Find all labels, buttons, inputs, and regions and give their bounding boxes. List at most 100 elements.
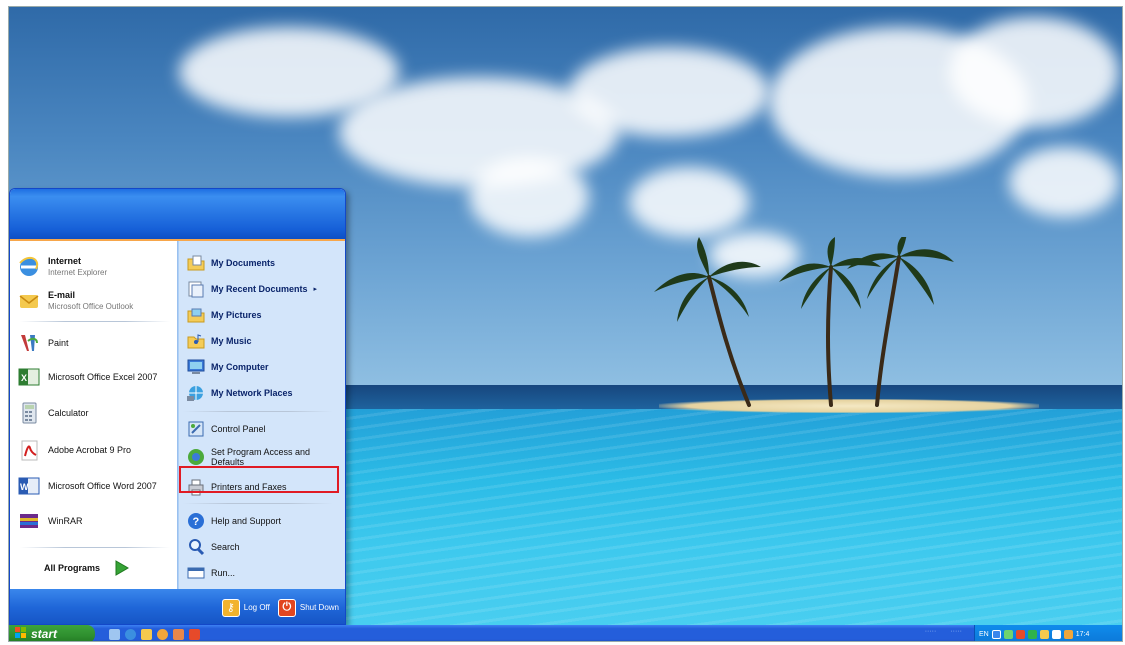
svg-text:X: X [21,373,27,383]
place-my-documents[interactable]: My Documents [185,251,337,275]
tray-icon[interactable] [1063,629,1073,639]
taskbar-toolbars: ····· ····· [925,628,962,635]
cloud [1009,147,1119,217]
shut-down-button[interactable]: ⏻ Shut Down [277,598,339,617]
place-label: My Pictures [211,310,262,320]
place-label: My Documents [211,258,276,268]
separator [20,321,170,322]
shut-down-label: Shut Down [299,603,339,612]
log-off-button[interactable]: ⚷ Log Off [221,598,270,617]
program-subtitle: Internet Explorer [48,268,108,277]
program-email[interactable]: E-mail Microsoft Office Outlook [16,285,174,317]
place-label: Run... [211,568,236,578]
winrar-icon [16,508,42,534]
separator [183,411,333,412]
program-subtitle: Microsoft Office Outlook [48,302,134,311]
outlook-icon [16,288,42,314]
start-menu-user-header [10,189,345,241]
place-label: Set Program Access and Defaults [211,447,311,467]
key-icon: ⚷ [221,598,240,617]
media-player-icon[interactable] [157,628,168,640]
control-panel-highlight [179,466,339,493]
program-excel[interactable]: X Microsoft Office Excel 2007 [16,361,174,393]
program-title: Paint [48,337,69,348]
network-places-icon [185,382,207,404]
internet-explorer-icon [16,254,42,280]
arrow-right-icon [115,560,130,576]
cloud [629,167,749,237]
program-title: Adobe Acrobat 9 Pro [48,444,132,455]
program-calculator[interactable]: Calculator [16,397,174,429]
network-tray-icon[interactable] [991,629,1001,639]
place-search[interactable]: Search [185,535,337,559]
internet-explorer-icon[interactable] [125,628,136,640]
place-label: Control Panel [211,424,266,434]
program-title: Calculator [48,407,89,418]
outlook-icon[interactable] [141,628,152,640]
log-off-label: Log Off [243,603,270,612]
clock[interactable]: 17:4 [1076,631,1090,638]
place-label: My Music [211,336,252,346]
place-my-computer[interactable]: My Computer [185,355,337,379]
calculator-icon [16,400,42,426]
power-icon: ⏻ [277,598,296,617]
place-label: Search [211,542,240,552]
start-menu-places: My Documents My Recent Documents ▸ My Pi… [178,241,345,589]
program-title: Microsoft Office Excel 2007 [48,371,158,382]
program-title: Microsoft Office Word 2007 [48,480,157,491]
cloud [949,17,1119,127]
tray-icon[interactable] [1039,629,1049,639]
quick-launch-bar [109,628,200,640]
language-indicator[interactable]: EN [979,631,989,638]
acrobat-icon [16,437,42,463]
tray-icon[interactable] [1015,629,1025,639]
start-button[interactable]: start [9,625,95,641]
program-defaults-icon [185,446,207,468]
help-icon: ? [185,510,207,532]
recent-documents-icon [185,278,207,300]
place-label: My Network Places [211,388,293,398]
place-label: My Recent Documents [211,284,308,294]
place-label: My Computer [211,362,269,372]
tray-icon[interactable] [1051,629,1061,639]
search-icon [185,536,207,558]
show-desktop-icon[interactable] [109,628,120,640]
folder-pictures-icon [185,304,207,326]
separator [20,547,170,548]
desktop-screen: Internet Internet Explorer E-mail Micros… [8,6,1123,642]
start-menu: Internet Internet Explorer E-mail Micros… [9,188,346,625]
program-internet[interactable]: Internet Internet Explorer [16,251,174,283]
start-menu-body: Internet Internet Explorer E-mail Micros… [10,241,345,589]
svg-text:W: W [20,482,29,492]
firefox-icon[interactable] [173,628,184,640]
excel-icon: X [16,364,42,390]
program-title: E-mail [48,290,76,300]
program-title: Internet [48,256,82,266]
place-control-panel[interactable]: Control Panel [185,417,337,441]
toolbar-placeholder: ····· [924,628,937,635]
place-my-network-places[interactable]: My Network Places [185,381,337,405]
cloud [469,157,589,237]
windows-logo-icon [15,627,27,641]
start-menu-pinned-programs: Internet Internet Explorer E-mail Micros… [10,241,178,589]
office-icon[interactable] [189,628,200,640]
toolbar-placeholder: ····· [950,628,962,635]
program-paint[interactable]: Paint [16,327,174,359]
place-my-pictures[interactable]: My Pictures [185,303,337,327]
place-help-support[interactable]: ? Help and Support [185,509,337,533]
place-my-music[interactable]: My Music [185,329,337,353]
paint-icon [16,330,42,356]
program-winrar[interactable]: WinRAR [16,505,174,537]
separator [183,503,333,504]
program-acrobat[interactable]: Adobe Acrobat 9 Pro [16,434,174,466]
place-run[interactable]: Run... [185,561,337,585]
all-programs-button[interactable]: All Programs [44,559,130,577]
start-label: start [31,627,58,641]
place-my-recent-documents[interactable]: My Recent Documents ▸ [185,277,337,301]
tray-icon[interactable] [1027,629,1037,639]
word-icon: W [16,473,42,499]
tray-icon[interactable] [1003,629,1013,639]
cloud [569,47,769,137]
program-word[interactable]: W Microsoft Office Word 2007 [16,470,174,502]
submenu-arrow-icon: ▸ [313,286,318,293]
